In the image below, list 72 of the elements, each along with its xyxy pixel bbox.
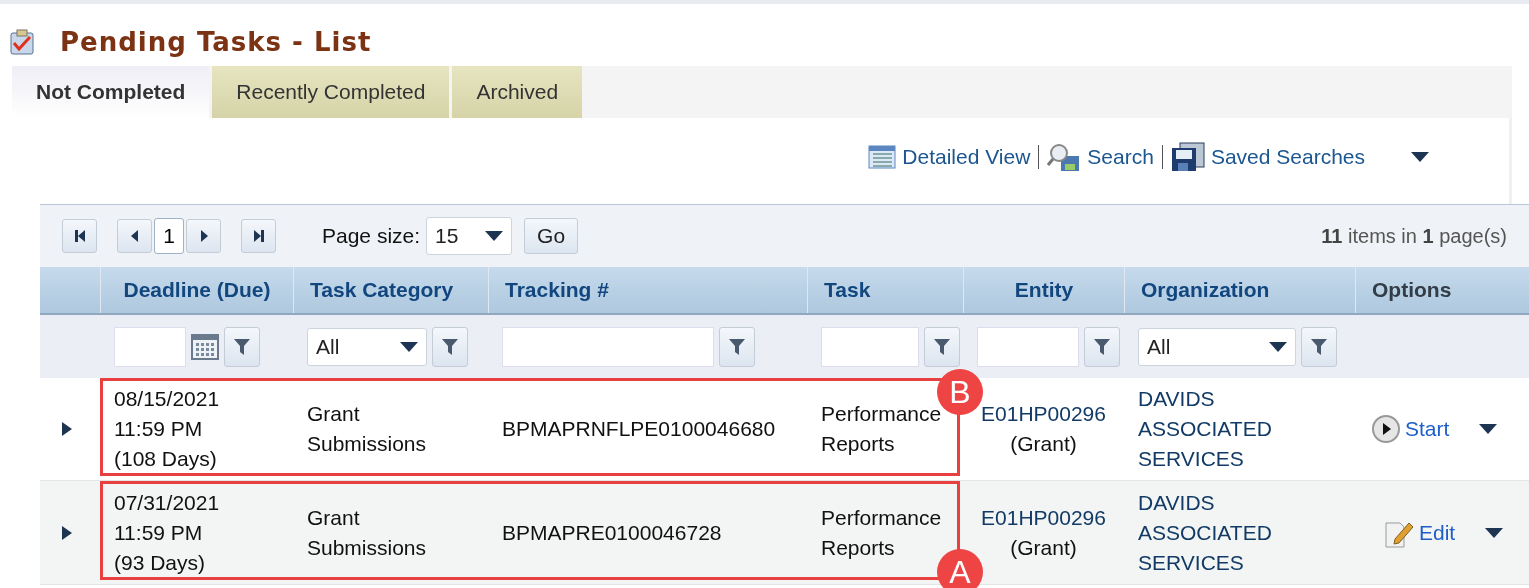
entity-type: (Grant) <box>1010 431 1077 457</box>
first-page-icon <box>72 228 87 244</box>
column-header[interactable]: Options <box>1355 267 1529 313</box>
search-icon <box>1047 142 1082 172</box>
calendar-icon[interactable] <box>191 333 219 360</box>
deadline-cell-text: 07/31/2021 11:59 PM (93 Days) <box>114 489 220 576</box>
filter-icon <box>1310 337 1328 356</box>
page-size-dropdown[interactable]: 15 <box>426 217 513 255</box>
page-number[interactable]: 1 <box>154 218 184 254</box>
column-header[interactable]: Organization <box>1124 267 1355 313</box>
play-icon <box>1371 414 1401 444</box>
organization-cell-text: DAVIDS ASSOCIATED SERVICES <box>1138 386 1272 472</box>
action-link[interactable]: Edit <box>1383 516 1456 549</box>
tab[interactable]: Archived <box>452 66 583 118</box>
page-title: Pending Tasks - List <box>60 27 372 57</box>
category-cell-text: Grant Submissions <box>307 401 427 457</box>
list-icon <box>868 145 897 169</box>
clipboard-check-icon <box>10 29 34 55</box>
next-page-button[interactable] <box>186 219 221 253</box>
caret-icon[interactable] <box>485 231 504 241</box>
toolbar-link[interactable]: Saved Searches <box>1170 142 1365 172</box>
tracking-number-cell-text: BPMAPRE0100046728 <box>502 519 722 546</box>
items-summary: 11 items in 1 page(s) <box>1321 224 1507 248</box>
filter-button[interactable] <box>924 326 960 367</box>
filter-icon <box>728 337 746 356</box>
go-button[interactable]: Go <box>524 218 579 254</box>
caret-icon[interactable] <box>1269 341 1287 352</box>
previous-page-button[interactable] <box>117 219 152 253</box>
filter-button[interactable] <box>1301 326 1337 367</box>
dropdown-caret-icon[interactable] <box>1411 152 1429 162</box>
options-caret-icon[interactable] <box>1479 424 1498 434</box>
column-header[interactable]: Tracking # <box>488 267 807 313</box>
toolbar-link[interactable]: Search <box>1047 142 1154 172</box>
filter-button[interactable] <box>1084 326 1120 367</box>
column-header[interactable]: Task <box>807 267 963 313</box>
filter-button[interactable] <box>224 326 260 367</box>
last-page-button[interactable] <box>241 219 276 253</box>
toolbar-link[interactable]: Detailed View <box>868 145 1031 169</box>
date-filter-field[interactable] <box>114 326 186 367</box>
filter-button[interactable] <box>719 326 755 367</box>
filter-icon <box>933 337 951 356</box>
page-size-label: Page size: <box>322 224 421 248</box>
filter-field[interactable] <box>821 326 919 367</box>
filter-dropdown[interactable]: All <box>1138 327 1296 366</box>
floppy-disk-icon <box>1170 142 1205 172</box>
action-link[interactable]: Start <box>1371 414 1450 444</box>
deadline-cell-text: 08/15/2021 11:59 PM (108 Days) <box>114 386 220 472</box>
filter-icon <box>1093 337 1111 356</box>
tracking-number-cell-text: BPMAPRNFLPE0100046680 <box>502 416 776 442</box>
entity-type: (Grant) <box>1010 534 1077 561</box>
tab[interactable]: Not Completed <box>12 66 210 118</box>
filter-icon <box>233 337 251 356</box>
column-header[interactable]: Deadline (Due) <box>100 267 293 313</box>
expand-arrow-icon[interactable] <box>62 422 72 436</box>
category-cell-text: Grant Submissions <box>307 504 427 561</box>
annotation-badge: A <box>937 549 983 588</box>
filter-icon <box>441 337 459 356</box>
entity-link[interactable]: E01HP00296 <box>981 399 1106 429</box>
options-caret-icon[interactable] <box>1485 527 1504 538</box>
first-page-button[interactable] <box>62 219 97 253</box>
filter-button[interactable] <box>432 326 468 367</box>
caret-icon[interactable] <box>400 341 418 352</box>
last-page-icon <box>251 228 266 244</box>
tab[interactable]: Recently Completed <box>212 66 450 118</box>
entity-link[interactable]: E01HP00296 <box>981 502 1106 533</box>
column-header[interactable]: Task Category <box>293 267 488 313</box>
column-header[interactable]: Entity <box>963 267 1124 313</box>
filter-dropdown[interactable]: All <box>307 327 427 366</box>
organization-cell-text: DAVIDS ASSOCIATED SERVICES <box>1138 489 1272 576</box>
expand-arrow-icon[interactable] <box>62 525 72 540</box>
filter-field[interactable] <box>977 326 1079 367</box>
filter-field[interactable] <box>502 326 714 367</box>
